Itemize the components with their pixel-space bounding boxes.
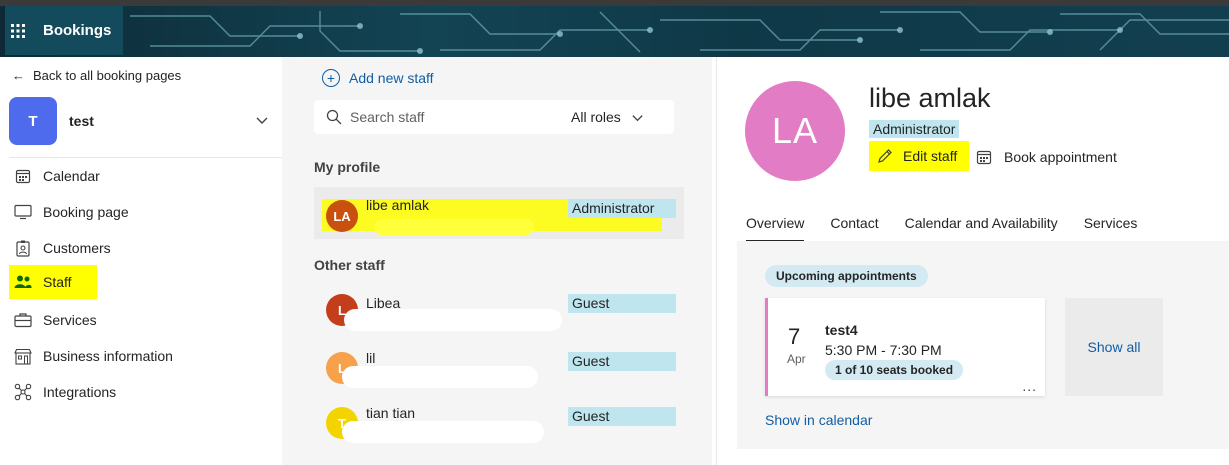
calendar-icon <box>11 166 35 186</box>
staff-card-me[interactable]: LA libe amlak Administrator <box>314 187 684 239</box>
redacted-detail <box>374 219 534 235</box>
contact-card-icon <box>11 238 35 258</box>
my-profile-heading: My profile <box>314 159 381 175</box>
nav-item-label: Business information <box>43 348 173 364</box>
top-banner: Bookings <box>0 0 1229 57</box>
show-all-label: Show all <box>1087 339 1141 355</box>
nav-item-label: Customers <box>43 240 111 256</box>
seats-booked-badge: 1 of 10 seats booked <box>825 360 964 380</box>
profile-tabs: Overview Contact Calendar and Availabili… <box>746 215 1163 242</box>
staff-list-pane: + Add new staff All roles My profile LA … <box>282 57 712 465</box>
staff-name: lil <box>366 350 376 366</box>
business-selector[interactable]: T test <box>9 97 279 145</box>
redacted-detail <box>344 309 562 331</box>
briefcase-icon <box>11 310 35 330</box>
staff-search-box: All roles <box>314 100 674 134</box>
chevron-down-icon[interactable] <box>255 113 269 127</box>
nav-item-customers[interactable]: Customers <box>9 231 111 265</box>
staff-card[interactable]: L lil Guest <box>314 340 684 392</box>
calendar-icon <box>976 150 992 165</box>
tab-overview[interactable]: Overview <box>746 215 805 242</box>
edit-staff-button[interactable]: Edit staff <box>869 141 969 171</box>
more-options-icon[interactable]: ... <box>1022 378 1037 394</box>
staff-card[interactable]: T tian tian Guest <box>314 395 684 447</box>
add-new-staff-label: Add new staff <box>349 70 434 86</box>
integrations-icon <box>11 382 35 402</box>
other-staff-heading: Other staff <box>314 257 385 273</box>
nav-item-label: Integrations <box>43 384 117 400</box>
nav-item-label: Booking page <box>43 204 129 220</box>
show-all-button[interactable]: Show all <box>1065 298 1163 396</box>
appointment-card[interactable]: 7 Apr test4 5:30 PM - 7:30 PM 1 of 10 se… <box>765 298 1045 396</box>
nav-item-label: Calendar <box>43 168 100 184</box>
app-header-block: Bookings <box>5 6 123 55</box>
upcoming-appointments-label: Upcoming appointments <box>765 265 928 287</box>
nav-item-calendar[interactable]: Calendar <box>9 159 100 193</box>
profile-name: libe amlak <box>869 83 991 113</box>
staff-card[interactable]: L Libea Guest <box>314 285 684 337</box>
nav-item-staff[interactable]: Staff <box>9 265 97 299</box>
nav-item-booking-page[interactable]: Booking page <box>9 195 129 229</box>
overview-content: Upcoming appointments 7 Apr test4 5:30 P… <box>737 241 1229 449</box>
left-navigation: ← Back to all booking pages T test Calen… <box>5 57 282 465</box>
staff-name: tian tian <box>366 405 416 421</box>
back-to-booking-pages-link[interactable]: ← Back to all booking pages <box>12 68 181 83</box>
circuit-banner-pattern <box>130 11 1229 54</box>
role-tag: Guest <box>568 352 676 371</box>
add-new-staff-button[interactable]: + Add new staff <box>322 69 434 87</box>
add-circle-icon: + <box>322 69 340 87</box>
nav-item-label: Staff <box>43 274 72 290</box>
appointment-day: 7 <box>788 324 801 349</box>
role-tag: Guest <box>568 407 676 426</box>
redacted-detail <box>342 366 538 388</box>
appointment-time: 5:30 PM - 7:30 PM <box>825 342 942 358</box>
monitor-icon <box>11 202 35 222</box>
chevron-down-icon <box>632 114 643 121</box>
roles-filter-dropdown[interactable]: All roles <box>571 109 644 125</box>
book-appointment-label: Book appointment <box>1004 149 1117 165</box>
role-tag: Guest <box>568 294 676 313</box>
profile-role-tag: Administrator <box>869 120 960 138</box>
nav-divider <box>9 157 282 158</box>
tab-calendar-and-availability[interactable]: Calendar and Availability <box>905 215 1058 242</box>
tab-contact[interactable]: Contact <box>830 215 878 242</box>
nav-item-integrations[interactable]: Integrations <box>9 375 116 409</box>
staff-name: libe amlak <box>366 197 430 213</box>
nav-item-label: Services <box>43 312 97 328</box>
pencil-icon <box>878 149 892 163</box>
people-icon <box>11 272 35 292</box>
back-link-label: Back to all booking pages <box>33 68 182 83</box>
profile-avatar: LA <box>745 81 845 181</box>
avatar: LA <box>326 200 358 232</box>
roles-filter-label: All roles <box>571 109 621 125</box>
redacted-detail <box>342 421 544 443</box>
staff-profile-pane: LA libe amlak Administrator Edit staff B… <box>716 57 1229 465</box>
show-in-calendar-link[interactable]: Show in calendar <box>765 412 872 428</box>
tab-services[interactable]: Services <box>1084 215 1138 242</box>
back-arrow-icon: ← <box>12 68 25 83</box>
building-icon <box>11 346 35 366</box>
app-launcher-icon[interactable] <box>5 18 31 44</box>
edit-staff-label: Edit staff <box>903 148 958 164</box>
business-name: test <box>69 113 94 129</box>
role-tag: Administrator <box>568 199 676 218</box>
app-title[interactable]: Bookings <box>43 22 111 39</box>
appointment-title: test4 <box>825 322 858 338</box>
book-appointment-button[interactable]: Book appointment <box>976 149 1117 165</box>
business-avatar: T <box>9 97 57 145</box>
nav-item-services[interactable]: Services <box>9 303 97 337</box>
appointment-month: Apr <box>787 352 806 366</box>
nav-item-business-information[interactable]: Business information <box>9 339 173 373</box>
search-icon <box>326 109 342 125</box>
search-staff-input[interactable] <box>350 109 550 125</box>
